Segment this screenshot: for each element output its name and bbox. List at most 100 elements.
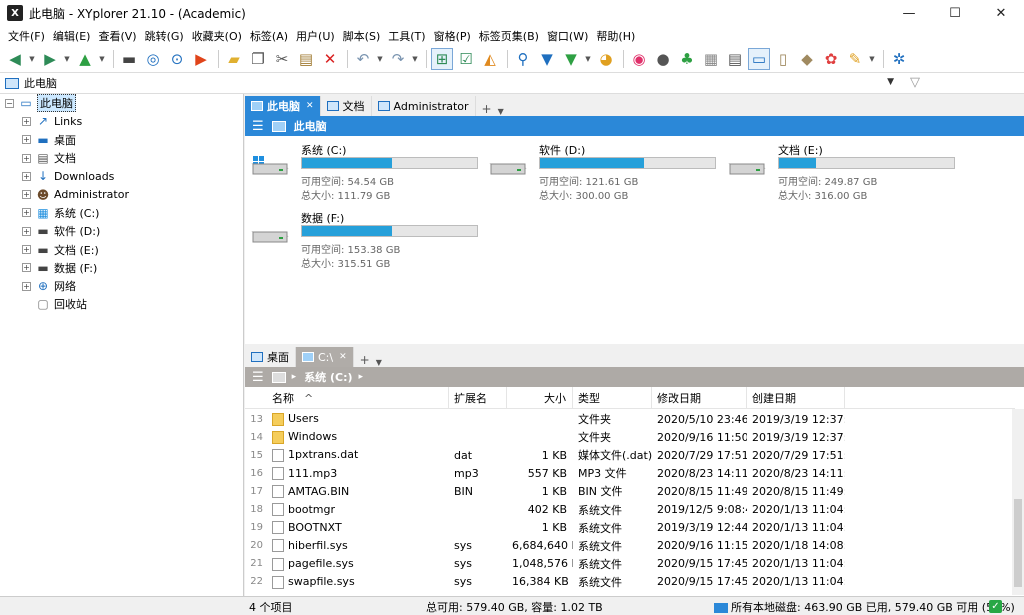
tab-inactive[interactable]: 桌面 [245, 347, 296, 367]
menu-icon[interactable]: ☰ [252, 119, 264, 134]
tree-item[interactable]: + ▬ 软件 (D:) [0, 222, 243, 240]
copy-icon[interactable]: ❐ [247, 48, 269, 70]
table-row[interactable]: 17 AMTAG.BIN BIN 1 KB BIN 文件 2020/8/15 11:49:… [245, 482, 1015, 500]
dropdown-arrow-icon[interactable]: ▼ [584, 48, 592, 70]
menu-icon[interactable]: ☰ [252, 370, 264, 385]
menu-item-0[interactable]: 文件(F) [4, 28, 49, 44]
scrollbar-thumb[interactable] [1014, 499, 1022, 587]
panel-icon[interactable]: ▯ [772, 48, 794, 70]
breadcrumb-item[interactable]: 此电脑 [294, 118, 327, 134]
tree-item[interactable]: + ↓ Downloads [0, 167, 243, 185]
tab-active[interactable]: C:\ ✕ [296, 347, 354, 367]
settings-icon[interactable]: ✲ [888, 48, 910, 70]
expand-icon[interactable]: + [22, 208, 31, 218]
menu-item-4[interactable]: 收藏夹(O) [188, 28, 246, 44]
computer-icon[interactable]: ▬ [118, 48, 140, 70]
redo-icon[interactable]: ↷ [387, 48, 409, 70]
address-bar[interactable]: 此电脑 ▼ ▽ [0, 72, 1024, 94]
expand-icon[interactable]: + [22, 171, 31, 181]
column-header[interactable]: 类型 [573, 387, 652, 409]
address-input[interactable]: 此电脑 [24, 75, 57, 91]
close-tab-icon[interactable]: ✕ [306, 101, 314, 111]
tag-icon[interactable]: ◆ [796, 48, 818, 70]
column-header[interactable]: 大小 [507, 387, 573, 409]
menu-item-5[interactable]: 标签(A) [246, 28, 292, 44]
column-header[interactable]: 名称 ^ [267, 387, 449, 409]
expand-icon[interactable]: + [22, 226, 31, 236]
brush-icon[interactable]: ✎ [844, 48, 866, 70]
drive-tile[interactable]: 软件 (D:) 可用空间: 121.61 GB 总大小: 300.00 GB [483, 142, 716, 202]
cut-icon[interactable]: ✂ [271, 48, 293, 70]
table-row[interactable]: 18 bootmgr 402 KB 系统文件 2019/12/5 9:08:46 2020… [245, 500, 1015, 518]
visual-filter-icon[interactable]: ▼ [560, 48, 582, 70]
menu-item-10[interactable]: 标签页集(B) [475, 28, 543, 44]
drive-tile[interactable]: 数据 (F:) 可用空间: 153.38 GB 总大小: 315.51 GB [245, 210, 478, 270]
table-row[interactable]: 22 swapfile.sys sys 16,384 KB 系统文件 2020/9/15 … [245, 573, 1015, 591]
tab-list-dropdown-icon[interactable]: ▼ [498, 107, 504, 116]
expand-icon[interactable]: + [22, 245, 31, 255]
palette-icon[interactable]: ✿ [820, 48, 842, 70]
drive-tile[interactable]: 系统 (C:) 可用空间: 54.54 GB 总大小: 111.79 GB [245, 142, 478, 202]
menu-item-6[interactable]: 用户(U) [292, 28, 339, 44]
tree-item[interactable]: − ▭ 此电脑 [0, 94, 243, 113]
menu-item-7[interactable]: 脚本(S) [339, 28, 385, 44]
expand-icon[interactable]: + [22, 190, 31, 200]
table-row[interactable]: 21 pagefile.sys sys 1,048,576 KB 系统文件 2020/9/… [245, 555, 1015, 573]
table-row[interactable]: 16 111.mp3 mp3 557 KB MP3 文件 2020/8/23 14:11:… [245, 464, 1015, 482]
drive-tile[interactable]: 文档 (E:) 可用空间: 249.87 GB 总大小: 316.00 GB [722, 142, 955, 202]
close-tab-icon[interactable]: ✕ [339, 352, 347, 362]
table-row[interactable]: 15 1pxtrans.dat dat 1 KB 媒体文件(.dat) 2020/7/29… [245, 446, 1015, 464]
table-row[interactable]: 14 Windows 文件夹 2020/9/16 11:50:49 2019/3/19 … [245, 428, 1015, 446]
delete-icon[interactable]: ✕ [319, 48, 341, 70]
vertical-scrollbar[interactable] [1012, 409, 1024, 595]
maximize-button[interactable]: ☐ [932, 0, 978, 26]
menu-item-11[interactable]: 窗口(W) [543, 28, 592, 44]
add-tab-icon[interactable]: + [360, 353, 370, 367]
checkbox-icon[interactable]: ☑ [455, 48, 477, 70]
menu-item-3[interactable]: 跳转(G) [141, 28, 188, 44]
expand-icon[interactable]: + [22, 135, 31, 145]
filter-icon[interactable]: ▽ [910, 75, 920, 90]
find-icon[interactable]: ⚲ [512, 48, 534, 70]
up-icon[interactable]: ▲ [74, 48, 96, 70]
breadcrumb-item[interactable]: 系统 (C:) [304, 369, 352, 385]
tree-item[interactable]: + ▬ 文档 (E:) [0, 240, 243, 258]
menu-item-2[interactable]: 查看(V) [94, 28, 140, 44]
menu-item-8[interactable]: 工具(T) [384, 28, 429, 44]
tree-icon[interactable]: ⊞ [431, 48, 453, 70]
dropdown-arrow-icon[interactable]: ▼ [28, 48, 36, 70]
expand-icon[interactable]: + [22, 263, 31, 273]
pie-chart-icon[interactable]: ◕ [595, 48, 617, 70]
column-header[interactable]: 扩展名 [449, 387, 507, 409]
menu-item-1[interactable]: 编辑(E) [49, 28, 95, 44]
expand-icon[interactable]: + [22, 281, 31, 291]
back-icon[interactable]: ◀ [4, 48, 26, 70]
address-dropdown-icon[interactable]: ▼ [887, 77, 894, 87]
column-header[interactable]: 创建日期 [747, 387, 845, 409]
dual-pane-icon[interactable]: ▭ [748, 48, 770, 70]
expand-icon[interactable]: + [22, 153, 31, 163]
tab-inactive[interactable]: 文档 [320, 96, 372, 116]
tree-item[interactable]: + ⊕ 网络 [0, 277, 243, 295]
tree-item[interactable]: + ▤ 文档 [0, 149, 243, 167]
undo-icon[interactable]: ↶ [352, 48, 374, 70]
close-button[interactable]: ✕ [978, 0, 1024, 26]
search-circle-icon[interactable]: ⊙ [166, 48, 188, 70]
menu-item-9[interactable]: 窗格(P) [430, 28, 475, 44]
column-header[interactable]: 修改日期 [652, 387, 747, 409]
tree-item[interactable]: + ▦ 系统 (C:) [0, 204, 243, 222]
dropdown-arrow-icon[interactable]: ▼ [98, 48, 106, 70]
tree-item[interactable]: + ☻ Administrator [0, 185, 243, 203]
tree-green-icon[interactable]: ♣ [676, 48, 698, 70]
paste-icon[interactable]: ▤ [295, 48, 317, 70]
add-tab-icon[interactable]: + [482, 102, 492, 116]
collapse-icon[interactable]: − [5, 98, 14, 108]
dropdown-arrow-icon[interactable]: ▼ [63, 48, 71, 70]
spiral-icon[interactable]: ◉ [628, 48, 650, 70]
tree-item[interactable]: + ↗ Links [0, 112, 243, 130]
grid-icon[interactable]: ▦ [700, 48, 722, 70]
table-row[interactable]: 13 Users 文件夹 2020/5/10 23:46:21 2019/3/19 12… [245, 410, 1015, 428]
chevron-right-icon[interactable]: ▸ [359, 372, 364, 382]
tree-item[interactable]: ▢ 回收站 [0, 295, 243, 313]
filter-icon[interactable]: ▼ [536, 48, 558, 70]
